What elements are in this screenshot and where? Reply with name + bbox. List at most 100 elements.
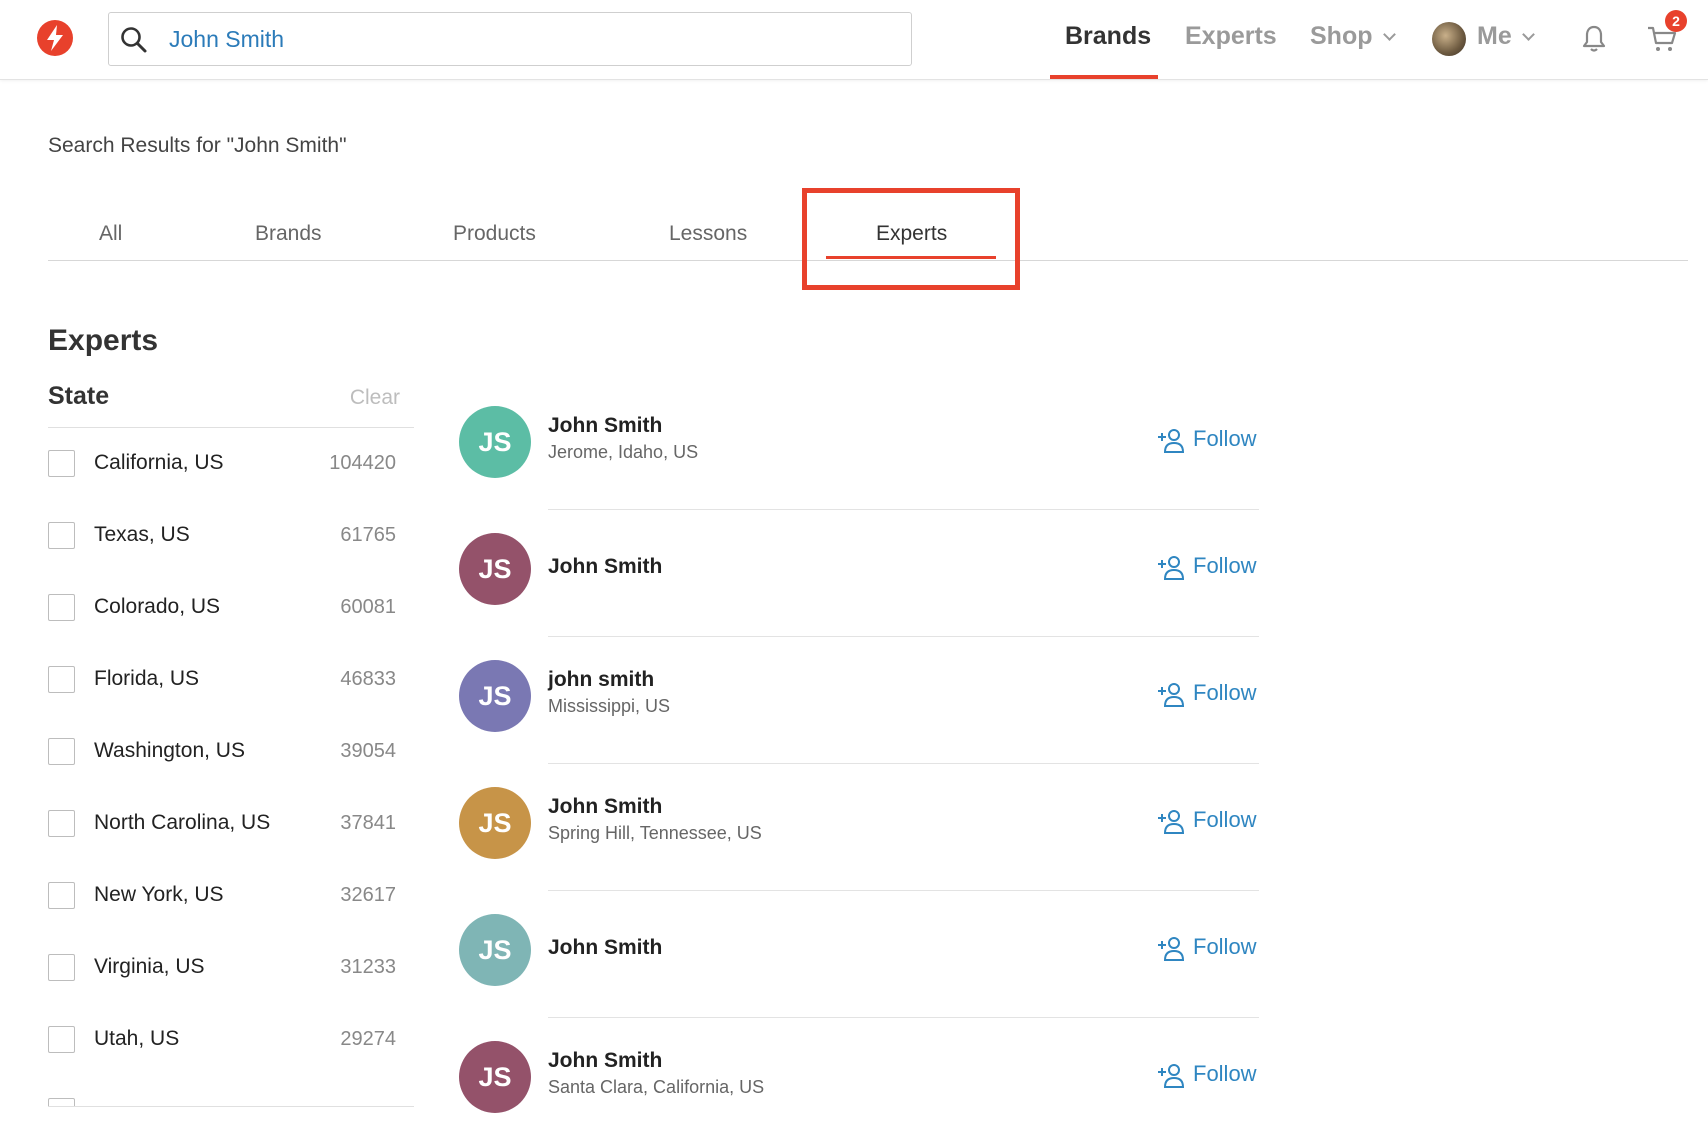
add-person-icon	[1158, 810, 1185, 834]
tab-lessons[interactable]: Lessons	[669, 222, 747, 246]
filter-option[interactable]: Utah, US 29274	[48, 1006, 414, 1078]
cart-count-badge: 2	[1665, 10, 1687, 32]
filter-option-count: 61765	[340, 524, 396, 546]
filter-option[interactable]: Florida, US 46833	[48, 646, 414, 718]
avatar[interactable]	[1432, 22, 1466, 56]
state-checkbox[interactable]	[48, 1098, 75, 1106]
follow-label: Follow	[1193, 680, 1257, 705]
state-checkbox[interactable]	[48, 810, 75, 837]
follow-button[interactable]: Follow	[1158, 807, 1257, 834]
list-item[interactable]: JS John Smith Santa Clara, California, U…	[459, 1017, 1259, 1138]
state-checkbox[interactable]	[48, 1026, 75, 1053]
filter-option-label: Utah, US	[94, 1027, 180, 1050]
filter-option-label: Virginia, US	[94, 955, 205, 978]
state-checkbox[interactable]	[48, 882, 75, 909]
follow-label: Follow	[1193, 934, 1257, 959]
nav-brands[interactable]: Brands	[1065, 22, 1151, 51]
avatar[interactable]: JS	[459, 533, 531, 605]
avatar[interactable]: JS	[459, 787, 531, 859]
nav-shop-label: Shop	[1310, 22, 1373, 50]
search-box	[108, 12, 912, 66]
tab-products[interactable]: Products	[453, 222, 536, 246]
nav-me-label: Me	[1477, 22, 1512, 50]
tab-brands[interactable]: Brands	[255, 222, 322, 246]
filter-option[interactable]: Virginia, US 31233	[48, 934, 414, 1006]
add-person-icon	[1158, 937, 1185, 961]
add-person-icon	[1158, 683, 1185, 707]
search-input[interactable]	[169, 21, 889, 57]
expert-name[interactable]: John Smith	[548, 936, 662, 960]
nav-experts[interactable]: Experts	[1185, 22, 1277, 51]
avatar[interactable]: JS	[459, 660, 531, 732]
expert-name[interactable]: john smith	[548, 668, 654, 692]
list-item[interactable]: JS John Smith Jerome, Idaho, US Follow	[459, 382, 1259, 510]
list-item[interactable]: JS john smith Mississippi, US Follow	[459, 636, 1259, 764]
filter-option-label: California, US	[94, 451, 224, 474]
expert-name[interactable]: John Smith	[548, 1049, 662, 1073]
chevron-down-icon	[1382, 28, 1396, 41]
nav-active-underline	[1050, 75, 1158, 79]
section-title: Experts	[48, 324, 159, 357]
filter-option[interactable]: New York, US 32617	[48, 862, 414, 934]
filter-option-count: 60081	[340, 596, 396, 618]
filter-option[interactable]: Washington, US 39054	[48, 718, 414, 790]
filter-option-label: New York, US	[94, 883, 224, 906]
follow-label: Follow	[1193, 426, 1257, 451]
filter-option[interactable]	[48, 1078, 414, 1106]
avatar[interactable]: JS	[459, 914, 531, 986]
filter-option-count: 104420	[329, 452, 396, 474]
follow-label: Follow	[1193, 807, 1257, 832]
lightning-logo-icon[interactable]	[37, 20, 73, 56]
highlight-annotation-box	[802, 188, 1020, 290]
state-checkbox[interactable]	[48, 666, 75, 693]
bell-icon[interactable]	[1580, 24, 1608, 54]
nav-shop[interactable]: Shop	[1310, 22, 1396, 51]
filter-option-count: 46833	[340, 668, 396, 690]
filter-option-count: 37841	[340, 812, 396, 834]
list-item[interactable]: JS John Smith Follow	[459, 890, 1259, 1018]
expert-location: Jerome, Idaho, US	[548, 442, 699, 462]
add-person-icon	[1158, 556, 1185, 580]
follow-label: Follow	[1193, 553, 1257, 578]
state-checkbox[interactable]	[48, 594, 75, 621]
filter-option[interactable]: North Carolina, US 37841	[48, 790, 414, 862]
expert-name[interactable]: John Smith	[548, 414, 662, 438]
filter-title: State	[48, 382, 110, 410]
expert-location: Mississippi, US	[548, 696, 671, 716]
filter-option-count: 29274	[340, 1028, 396, 1050]
list-item[interactable]: JS John Smith Follow	[459, 509, 1259, 637]
expert-name[interactable]: John Smith	[548, 795, 662, 819]
avatar[interactable]: JS	[459, 406, 531, 478]
state-checkbox[interactable]	[48, 522, 75, 549]
search-icon[interactable]	[119, 25, 149, 55]
expert-name[interactable]: John Smith	[548, 555, 662, 579]
filter-option-label: Colorado, US	[94, 595, 221, 618]
follow-button[interactable]: Follow	[1158, 934, 1257, 961]
filter-option-count: 32617	[340, 884, 396, 906]
state-checkbox[interactable]	[48, 738, 75, 765]
follow-button[interactable]: Follow	[1158, 1061, 1257, 1088]
follow-button[interactable]: Follow	[1158, 426, 1257, 453]
state-checkbox[interactable]	[48, 954, 75, 981]
filter-option[interactable]: Texas, US 61765	[48, 502, 414, 574]
avatar[interactable]: JS	[459, 1041, 531, 1113]
state-checkbox[interactable]	[48, 450, 75, 477]
filter-option[interactable]: Colorado, US 60081	[48, 574, 414, 646]
clear-filter-button[interactable]: Clear	[350, 386, 400, 410]
filter-option[interactable]: California, US 104420	[48, 430, 414, 502]
follow-button[interactable]: Follow	[1158, 553, 1257, 580]
top-navbar: Brands Experts Shop Me 2	[0, 0, 1708, 80]
list-item[interactable]: JS John Smith Spring Hill, Tennessee, US…	[459, 763, 1259, 891]
add-person-icon	[1158, 429, 1185, 453]
results-title: Search Results for "John Smith"	[48, 134, 347, 157]
expert-location: Santa Clara, California, US	[548, 1077, 765, 1097]
filter-option-count: 39054	[340, 740, 396, 762]
nav-me[interactable]: Me	[1477, 22, 1535, 51]
chevron-down-icon	[1521, 28, 1535, 41]
state-filter-list[interactable]: California, US 104420 Texas, US 61765 Co…	[48, 430, 414, 1107]
follow-button[interactable]: Follow	[1158, 680, 1257, 707]
state-filter-header: State Clear	[48, 382, 414, 428]
tab-all[interactable]: All	[99, 222, 122, 246]
filter-option-count: 31233	[340, 956, 396, 978]
filter-option-label: North Carolina, US	[94, 811, 271, 834]
